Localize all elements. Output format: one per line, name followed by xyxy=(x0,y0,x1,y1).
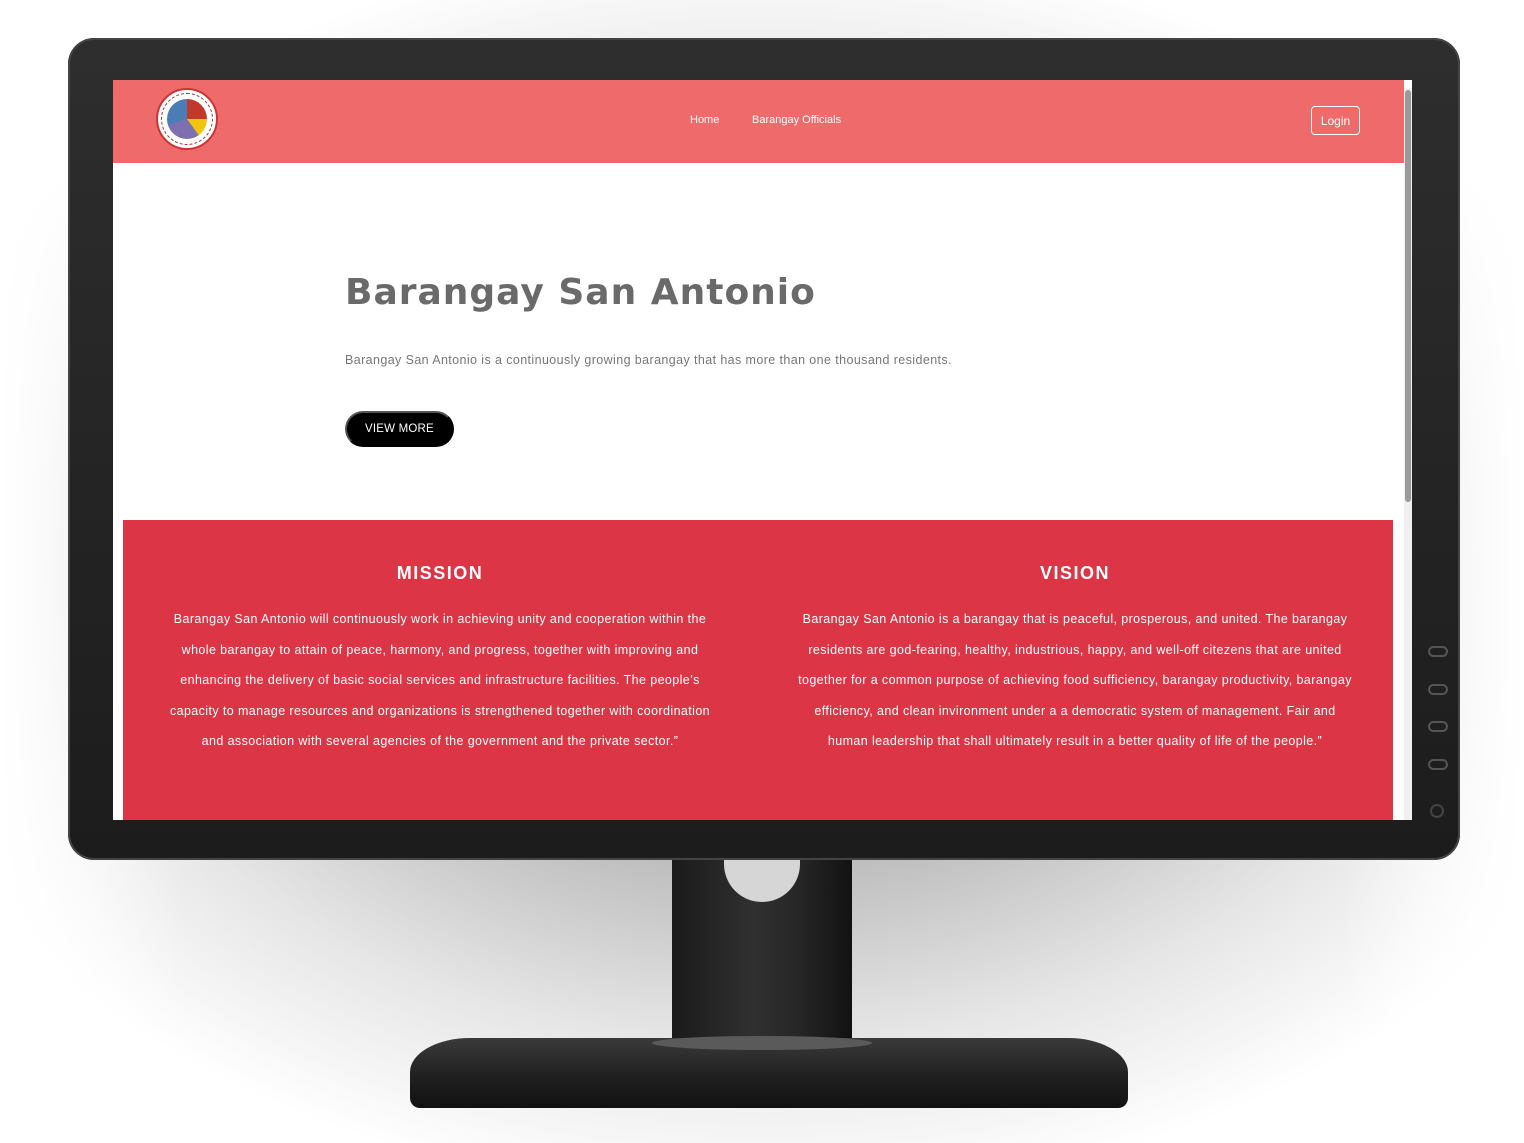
login-button[interactable]: Login xyxy=(1311,106,1360,135)
mission-vision-section: MISSION Barangay San Antonio will contin… xyxy=(123,520,1393,820)
view-more-button[interactable]: VIEW MORE xyxy=(345,411,454,447)
page-title: Barangay San Antonio xyxy=(345,272,816,313)
scrollbar-thumb[interactable] xyxy=(1405,90,1411,502)
monitor-button-icon xyxy=(1428,684,1448,695)
mission-title: MISSION xyxy=(396,563,484,583)
logo-emblem xyxy=(167,99,207,139)
monitor-button-icon xyxy=(1428,646,1448,657)
monitor-stand-ring xyxy=(652,1036,872,1050)
navbar: Home Barangay Officials Login xyxy=(113,80,1404,163)
nav-link-home[interactable]: Home xyxy=(690,114,719,126)
hero-description: Barangay San Antonio is a continuously g… xyxy=(345,353,952,367)
monitor-button-icon xyxy=(1428,721,1448,732)
power-button-icon xyxy=(1430,804,1444,818)
browser-screen: Home Barangay Officials Login Barangay S… xyxy=(113,80,1412,820)
vision-title: VISION xyxy=(1039,563,1110,583)
municipal-seal-logo-icon[interactable] xyxy=(156,88,218,150)
mission-text: Barangay San Antonio will continuously w… xyxy=(169,612,711,749)
monitor-button-icon xyxy=(1428,759,1448,770)
vision-text: Barangay San Antonio is a barangay that … xyxy=(798,612,1352,749)
nav-link-barangay-officials[interactable]: Barangay Officials xyxy=(752,114,841,126)
